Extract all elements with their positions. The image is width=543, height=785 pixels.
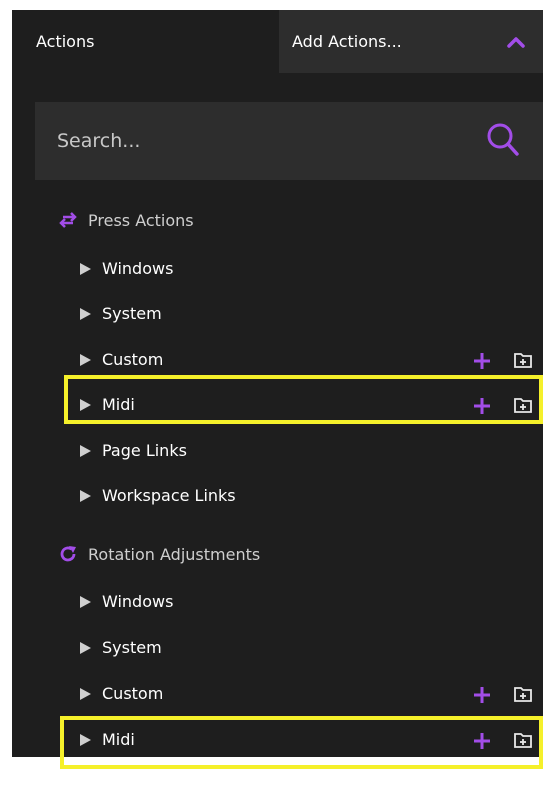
add-actions-dropdown[interactable]: Add Actions... (279, 10, 543, 73)
tree-item-label: Midi (102, 395, 135, 414)
actions-panel: Actions Add Actions... Press Actions Win… (12, 10, 543, 757)
tree-item-custom[interactable]: Custom (12, 346, 543, 376)
tree-item-label: Windows (102, 259, 174, 278)
tree-item-midi[interactable]: Midi (12, 391, 543, 421)
plus-icon[interactable] (472, 351, 492, 371)
tree-item-label: System (102, 638, 162, 657)
tree-item-system[interactable]: System (12, 634, 543, 664)
search-input[interactable] (55, 122, 459, 160)
expand-arrow-icon[interactable] (80, 688, 91, 700)
rotate-icon (58, 544, 78, 564)
panel-header: Actions Add Actions... (12, 10, 543, 73)
tree-item-midi[interactable]: Midi (12, 726, 543, 756)
new-folder-icon[interactable] (514, 352, 532, 368)
expand-arrow-icon[interactable] (80, 642, 91, 654)
search-icon[interactable] (483, 120, 523, 160)
tree-item-windows[interactable]: Windows (12, 588, 543, 618)
panel-title: Actions (36, 32, 95, 51)
tree-item-label: Page Links (102, 441, 187, 460)
swap-arrows-icon (58, 210, 78, 230)
expand-arrow-icon[interactable] (80, 354, 91, 366)
section-title: Rotation Adjustments (88, 544, 261, 564)
search-box (35, 102, 543, 180)
tree-item-label: System (102, 304, 162, 323)
expand-arrow-icon[interactable] (80, 490, 91, 502)
expand-arrow-icon[interactable] (80, 596, 91, 608)
new-folder-icon[interactable] (514, 732, 532, 748)
section-title: Press Actions (88, 210, 194, 230)
expand-arrow-icon[interactable] (80, 399, 91, 411)
new-folder-icon[interactable] (514, 397, 532, 413)
plus-icon[interactable] (472, 731, 492, 751)
tree-item-label: Custom (102, 350, 164, 369)
add-actions-label: Add Actions... (292, 32, 402, 51)
expand-arrow-icon[interactable] (80, 734, 91, 746)
tree-item-label: Midi (102, 730, 135, 749)
chevron-up-icon[interactable] (507, 34, 525, 48)
section-press-actions[interactable]: Press Actions (58, 205, 194, 235)
expand-arrow-icon[interactable] (80, 263, 91, 275)
tree-item-page-links[interactable]: Page Links (12, 437, 543, 467)
expand-arrow-icon[interactable] (80, 445, 91, 457)
tree-item-label: Windows (102, 592, 174, 611)
tree-item-windows[interactable]: Windows (12, 255, 543, 285)
plus-icon[interactable] (472, 396, 492, 416)
section-rotation-adjustments[interactable]: Rotation Adjustments (58, 539, 260, 569)
tree-item-system[interactable]: System (12, 300, 543, 330)
expand-arrow-icon[interactable] (80, 308, 91, 320)
tree-item-custom[interactable]: Custom (12, 680, 543, 710)
new-folder-icon[interactable] (514, 686, 532, 702)
plus-icon[interactable] (472, 685, 492, 705)
tree-item-label: Custom (102, 684, 164, 703)
tree-item-workspace-links[interactable]: Workspace Links (12, 482, 543, 512)
tree-item-label: Workspace Links (102, 486, 236, 505)
